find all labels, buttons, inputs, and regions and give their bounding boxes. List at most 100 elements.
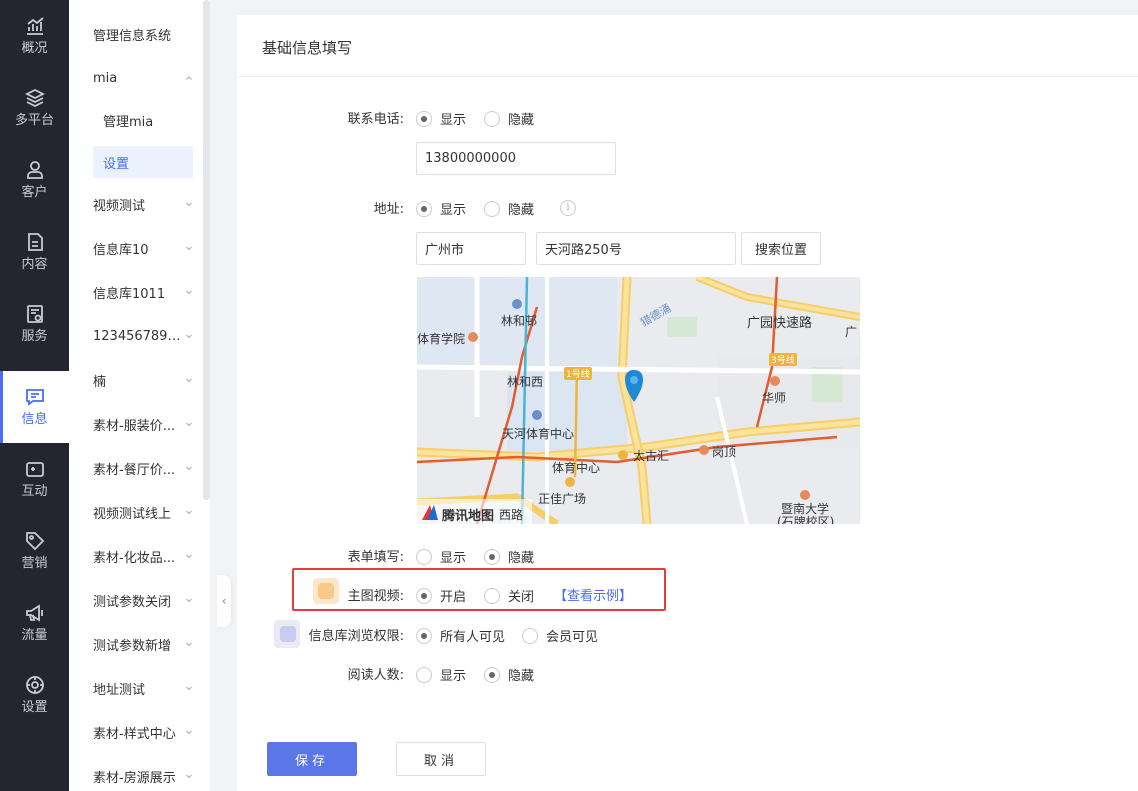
map-brand: 腾讯地图	[442, 509, 495, 524]
rail-item-interaction[interactable]: 互动	[0, 443, 69, 515]
permission-members-radio[interactable]: 会员可见	[522, 626, 598, 645]
read-count-show-radio[interactable]: 显示	[416, 665, 466, 684]
rail-item-traffic[interactable]: 流量	[0, 587, 69, 659]
radio-dot	[484, 587, 500, 604]
submenu-item-label: 设置	[103, 156, 130, 172]
settings-icon	[25, 676, 44, 694]
rail-item-label: 多平台	[14, 113, 54, 128]
submenu-group[interactable]: 测试参数新增	[69, 628, 203, 660]
street-input[interactable]	[536, 232, 736, 265]
save-button[interactable]: 保存	[267, 742, 357, 776]
collapse-menu-button[interactable]: ‹	[217, 575, 231, 627]
page-title: 基础信息填写	[262, 39, 353, 57]
submenu-group[interactable]: 楠	[69, 364, 203, 396]
submenu-group[interactable]: 素材-服装价...	[69, 408, 203, 440]
map-label: 林和西	[507, 375, 544, 389]
radio-label: 显示	[440, 669, 467, 684]
radio-dot	[416, 548, 432, 565]
map-label: 岗顶	[712, 445, 737, 459]
submenu-group-mia[interactable]: mia	[69, 62, 203, 94]
form-fill-hide-radio[interactable]: 隐藏	[484, 547, 534, 566]
submenu-group[interactable]: 测试参数关闭	[69, 584, 203, 616]
submenu-item-label: 视频测试线上	[93, 506, 172, 522]
view-example-link[interactable]: 【查看示例】	[554, 585, 632, 604]
radio-label: 所有人可见	[440, 630, 506, 645]
cancel-button[interactable]: 取消	[396, 742, 486, 776]
rail-item-customer[interactable]: 客户	[0, 144, 69, 216]
chevron-down-icon	[186, 730, 192, 735]
rail-item-settings[interactable]: 设置	[0, 659, 69, 731]
chevron-left-icon: ‹	[221, 594, 227, 608]
rail-item-overview[interactable]: 概况	[0, 0, 69, 72]
submenu-group[interactable]: 素材-样式中心	[69, 716, 203, 748]
submenu-item-label: 管理信息系统	[93, 28, 172, 44]
radio-dot	[484, 666, 500, 683]
form-fill-show-radio[interactable]: 显示	[416, 547, 466, 566]
radio-label: 显示	[440, 113, 467, 128]
radio-label: 隐藏	[508, 551, 535, 566]
rail-item-multiplatform[interactable]: 多平台	[0, 72, 69, 144]
submenu-item-label: 视频测试	[93, 198, 146, 214]
submenu-group[interactable]: 信息库10	[69, 232, 203, 264]
rail-item-info[interactable]: 信息	[0, 371, 69, 443]
city-input[interactable]	[416, 232, 526, 265]
submenu-item-label: 1234567891...	[93, 328, 185, 344]
info-icon[interactable]: i	[560, 200, 576, 216]
rail-item-marketing[interactable]: 营销	[0, 515, 69, 587]
submenu-group[interactable]: 信息库1011	[69, 276, 203, 308]
radio-label: 开启	[440, 590, 467, 605]
submenu-item[interactable]: 管理mia	[69, 104, 203, 136]
map-label: 林和邨	[501, 314, 538, 328]
rail-item-label: 信息	[21, 412, 48, 427]
submenu-item-label: 信息库1011	[93, 286, 166, 302]
submenu-item-selected[interactable]: 设置	[93, 146, 193, 178]
radio-dot	[416, 110, 432, 127]
submenu-scrollbar[interactable]	[203, 0, 210, 500]
map-label: 体育中心	[552, 461, 601, 475]
submenu-item-label: 素材-服装价...	[93, 418, 176, 434]
submenu-group[interactable]: 视频测试线上	[69, 496, 203, 528]
search-location-button[interactable]: 搜索位置	[741, 232, 821, 265]
main-video-on-radio[interactable]: 开启	[416, 586, 466, 605]
phone-hide-radio[interactable]: 隐藏	[484, 109, 534, 128]
map-label: 太古汇	[633, 449, 670, 463]
rail-item-label: 服务	[21, 329, 48, 344]
chevron-down-icon	[186, 422, 192, 427]
submenu-item-label: 信息库10	[93, 242, 149, 258]
phone-input[interactable]	[416, 142, 616, 175]
submenu-group[interactable]: 1234567891...	[69, 320, 203, 352]
phone-label: 联系电话:	[347, 112, 404, 127]
submenu-item[interactable]: 管理信息系统	[69, 18, 203, 50]
address-show-radio[interactable]: 显示	[416, 199, 466, 218]
radio-label: 隐藏	[508, 669, 535, 684]
read-count-hide-radio[interactable]: 隐藏	[484, 665, 534, 684]
submenu-group[interactable]: 地址测试	[69, 672, 203, 704]
map-label: 体育学院	[417, 332, 466, 346]
chevron-down-icon	[186, 642, 192, 647]
rail-item-content[interactable]: 内容	[0, 216, 69, 288]
phone-show-radio[interactable]: 显示	[416, 109, 466, 128]
submenu-group[interactable]: 素材-化妆品...	[69, 540, 203, 572]
location-map[interactable]: 林和邨 体育学院 林和西 1号线 天河体育中心 体育中心 太古汇 岗顶 正佳广场…	[417, 277, 860, 524]
submenu-group[interactable]: 素材-房源展示	[69, 760, 203, 791]
radio-label: 隐藏	[508, 113, 535, 128]
map-label: 天河体育中心	[502, 427, 575, 441]
map-label: 广园快速路	[747, 316, 813, 331]
rail-item-label: 流量	[21, 628, 48, 643]
tag-icon	[25, 532, 44, 551]
rail-item-service[interactable]: 服务	[0, 288, 69, 360]
megaphone-icon	[25, 604, 43, 622]
main-video-off-radio[interactable]: 关闭	[484, 586, 534, 605]
main-video-label: 主图视频:	[347, 589, 404, 604]
radio-dot	[484, 110, 500, 127]
submenu-group[interactable]: 素材-餐厅价...	[69, 452, 203, 484]
address-hide-radio[interactable]: 隐藏	[484, 199, 534, 218]
chevron-down-icon	[186, 510, 192, 515]
layers-icon	[24, 88, 45, 108]
rail-item-label: 营销	[21, 556, 48, 571]
permission-everyone-radio[interactable]: 所有人可见	[416, 626, 505, 645]
rail-item-label: 互动	[21, 484, 48, 499]
chevron-down-icon	[186, 598, 192, 603]
radio-dot	[416, 200, 432, 217]
submenu-group[interactable]: 视频测试	[69, 188, 203, 220]
